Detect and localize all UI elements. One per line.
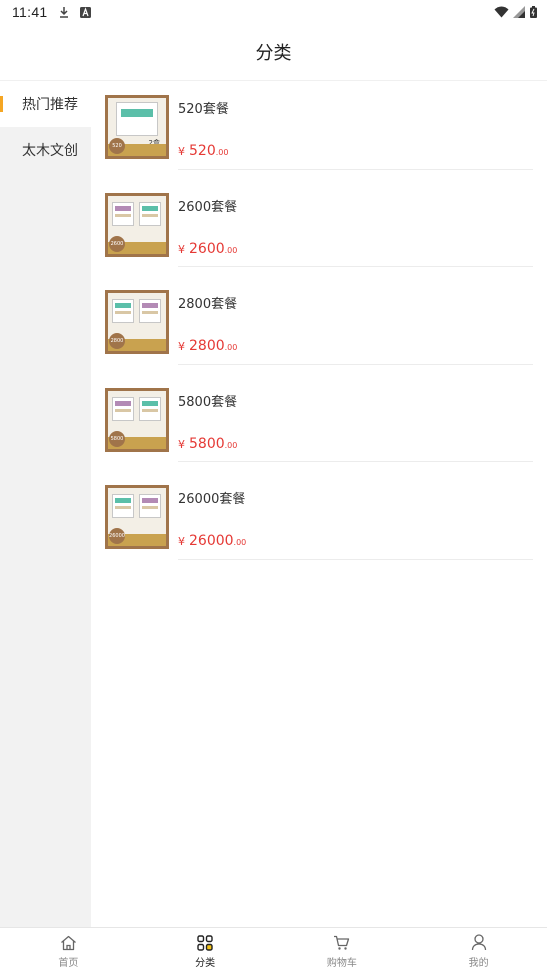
a-notification-icon — [80, 6, 92, 18]
status-bar: 11:41 — [0, 0, 547, 24]
product-item[interactable]: 5800 5800套餐 ¥ 5800 .00 — [91, 374, 547, 472]
divider — [178, 168, 533, 170]
product-image-badge: 5800 — [109, 430, 125, 447]
product-name: 2800套餐 — [178, 297, 238, 312]
divider — [178, 461, 533, 462]
tab-home[interactable]: 首页 — [0, 928, 137, 974]
tab-label: 分类 — [195, 957, 216, 969]
product-price: ¥ 2600 .00 — [178, 241, 237, 257]
price-integer: 5800 — [189, 435, 225, 452]
price-integer: 2800 — [189, 338, 225, 354]
product-image: 26000 — [105, 485, 169, 549]
price-decimal: .00 — [224, 343, 238, 352]
product-price: ¥ 520 .00 — [178, 143, 228, 159]
product-name: 5800套餐 — [178, 394, 238, 410]
price-integer: 26000 — [189, 533, 234, 549]
price-integer: 520 — [189, 143, 216, 159]
product-name: 26000套餐 — [178, 492, 246, 507]
product-image-badge: 2600 — [109, 235, 125, 252]
battery-icon — [529, 6, 537, 18]
category-grid-icon — [196, 934, 214, 952]
header: 分类 — [0, 24, 547, 81]
product-item[interactable]: 2盒 520 520套餐 ¥ 520 .00 — [91, 81, 547, 179]
price-currency: ¥ — [178, 535, 185, 548]
price-decimal: .00 — [224, 440, 238, 450]
bottom-tab-bar: 首页 分类 购物车 我的 — [0, 927, 547, 974]
product-price: ¥ 26000 .00 — [178, 533, 246, 549]
product-item[interactable]: 2800 2800套餐 ¥ 2800 .00 — [91, 276, 547, 374]
status-time: 11:41 — [12, 4, 48, 20]
product-item[interactable]: 26000 26000套餐 ¥ 26000 .00 — [91, 471, 547, 569]
price-decimal: .00 — [215, 148, 229, 157]
product-image: 5800 — [105, 387, 169, 452]
product-image-badge: 520 — [109, 138, 125, 154]
divider — [178, 266, 533, 267]
product-image-badge: 2800 — [109, 333, 125, 349]
product-image: 2600 — [105, 192, 169, 257]
divider — [178, 558, 533, 560]
sidebar-item-taimu[interactable]: 太木文创 — [0, 127, 91, 173]
product-name: 2600套餐 — [178, 199, 238, 215]
tab-cart[interactable]: 购物车 — [274, 928, 411, 974]
divider — [178, 363, 533, 365]
price-decimal: .00 — [224, 245, 238, 255]
product-image: 2盒 520 — [105, 95, 169, 159]
tab-label: 购物车 — [326, 957, 357, 969]
page-title: 分类 — [255, 43, 292, 64]
tab-category[interactable]: 分类 — [137, 928, 274, 974]
status-left: 11:41 — [12, 4, 92, 20]
product-price: ¥ 5800 .00 — [178, 436, 237, 452]
product-list: 2盒 520 520套餐 ¥ 520 .00 2600 2600套餐 ¥ 260… — [91, 81, 547, 569]
sidebar-item-label: 太木文创 — [22, 143, 78, 159]
price-decimal: .00 — [233, 538, 247, 547]
tab-label: 首页 — [58, 957, 79, 969]
home-icon — [59, 934, 77, 952]
product-image-badge: 26000 — [109, 528, 125, 544]
product-item[interactable]: 2600 2600套餐 ¥ 2600 .00 — [91, 179, 547, 277]
price-integer: 2600 — [189, 240, 225, 257]
product-name: 520套餐 — [178, 102, 229, 117]
price-currency: ¥ — [178, 242, 185, 256]
download-icon — [58, 6, 70, 18]
wifi-icon — [493, 6, 509, 18]
sidebar-item-hot[interactable]: 热门推荐 — [0, 81, 91, 127]
tab-mine[interactable]: 我的 — [410, 928, 547, 974]
status-right — [493, 6, 537, 18]
category-sidebar: 热门推荐 太木文创 — [0, 81, 91, 927]
product-price: ¥ 2800 .00 — [178, 338, 237, 354]
price-currency: ¥ — [178, 340, 185, 353]
price-currency: ¥ — [178, 145, 185, 158]
product-image: 2800 — [105, 290, 169, 354]
tab-label: 我的 — [468, 957, 489, 969]
sidebar-item-label: 热门推荐 — [22, 97, 78, 113]
price-currency: ¥ — [178, 437, 185, 451]
user-icon — [470, 934, 488, 952]
cart-icon — [333, 934, 351, 952]
signal-icon — [513, 6, 525, 18]
